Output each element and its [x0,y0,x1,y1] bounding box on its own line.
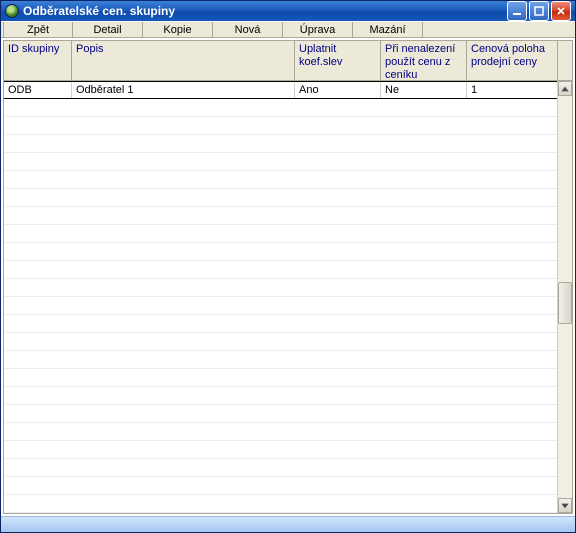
empty-row [4,261,557,279]
empty-row [4,243,557,261]
col-header-pricepos[interactable]: Cenová poloha prodejní ceny [467,41,557,80]
window: Odběratelské cen. skupiny Zpět Detail Ko… [0,0,576,533]
col-header-id[interactable]: ID skupiny [4,41,72,80]
empty-row [4,441,557,459]
empty-row [4,423,557,441]
window-buttons [507,1,571,21]
app-icon [5,4,19,18]
grid: ID skupiny Popis Uplatnit koef.slev Při … [3,40,573,514]
maximize-button[interactable] [529,1,549,21]
copy-button[interactable]: Kopie [143,22,213,37]
empty-row [4,459,557,477]
empty-row [4,315,557,333]
minimize-button[interactable] [507,1,527,21]
empty-row [4,153,557,171]
cell-fallback: Ne [381,82,467,98]
empty-row [4,351,557,369]
back-button[interactable]: Zpět [3,22,73,37]
empty-row [4,135,557,153]
empty-row [4,279,557,297]
col-header-apply[interactable]: Uplatnit koef.slev [295,41,381,80]
table-row[interactable]: ODB Odběratel 1 Ano Ne 1 [4,81,557,99]
empty-row [4,117,557,135]
empty-row [4,477,557,495]
detail-button[interactable]: Detail [73,22,143,37]
empty-row [4,387,557,405]
cell-pricepos: 1 [467,82,557,98]
titlebar: Odběratelské cen. skupiny [1,1,575,21]
scroll-track[interactable] [558,96,572,498]
edit-button[interactable]: Úprava [283,22,353,37]
empty-row [4,189,557,207]
scroll-down-button[interactable] [558,498,572,513]
empty-row [4,333,557,351]
grid-header: ID skupiny Popis Uplatnit koef.slev Při … [4,41,572,81]
empty-row [4,495,557,513]
close-button[interactable] [551,1,571,21]
scroll-thumb[interactable] [558,282,572,324]
grid-rows: ODB Odběratel 1 Ano Ne 1 [4,81,557,513]
empty-row [4,297,557,315]
new-button[interactable]: Nová [213,22,283,37]
window-title: Odběratelské cen. skupiny [23,4,507,18]
empty-row [4,99,557,117]
grid-body: ODB Odběratel 1 Ano Ne 1 [4,81,572,513]
empty-row [4,405,557,423]
vertical-scrollbar[interactable] [557,81,572,513]
delete-button[interactable]: Mazání [353,22,423,37]
col-header-fallback[interactable]: Při nenalezení použít cenu z ceníku [381,41,467,80]
empty-row [4,369,557,387]
empty-row [4,225,557,243]
scroll-corner [557,41,572,80]
cell-desc: Odběratel 1 [72,82,295,98]
empty-row [4,207,557,225]
cell-apply: Ano [295,82,381,98]
cell-id: ODB [4,82,72,98]
scroll-up-button[interactable] [558,81,572,96]
statusbar [1,516,575,532]
col-header-desc[interactable]: Popis [72,41,295,80]
toolbar: Zpět Detail Kopie Nová Úprava Mazání [1,21,575,38]
empty-row [4,171,557,189]
